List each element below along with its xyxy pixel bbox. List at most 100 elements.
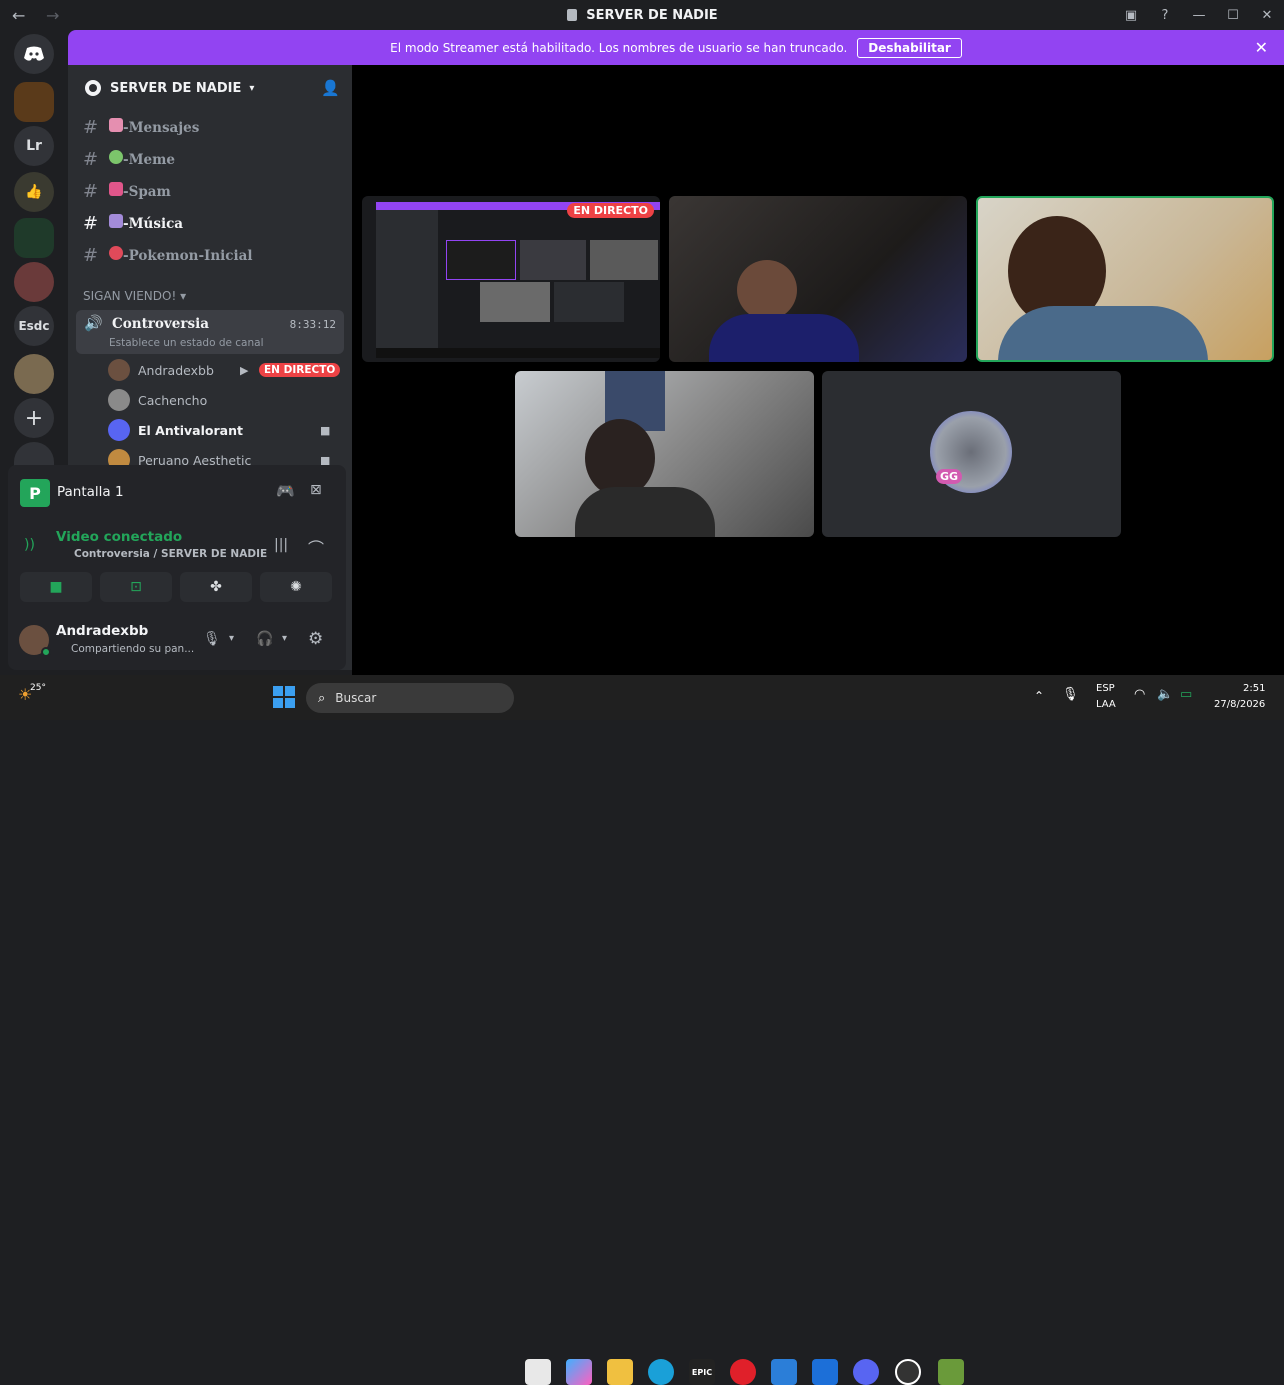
noise-suppression-icon[interactable]: ||| bbox=[274, 537, 288, 553]
server-header[interactable]: SERVER DE NADIE ▾ 👤 bbox=[68, 65, 352, 111]
channel-mensajes[interactable]: # -Mensajes bbox=[83, 112, 199, 142]
server-chocolate-icon[interactable] bbox=[14, 82, 54, 122]
activities-icon: ✤ bbox=[210, 579, 222, 595]
stream-name: Pantalla 1 bbox=[57, 484, 124, 500]
discord-icon[interactable] bbox=[853, 1359, 879, 1385]
preview-tile bbox=[480, 282, 550, 322]
pokeball-icon bbox=[109, 246, 123, 260]
volume-icon[interactable]: 🔈 bbox=[1157, 687, 1173, 702]
server-name: SERVER DE NADIE bbox=[110, 80, 242, 96]
chevron-down-icon[interactable]: ▾ bbox=[282, 633, 287, 644]
disconnect-icon[interactable]: ⌒ bbox=[308, 535, 324, 559]
language-primary[interactable]: ESP bbox=[1096, 683, 1115, 694]
chevron-down-icon: ▾ bbox=[249, 82, 255, 94]
server-emoji-icon[interactable]: 👍 bbox=[14, 172, 54, 212]
participant-figure bbox=[737, 260, 797, 320]
participant-figure bbox=[998, 306, 1208, 360]
video-location[interactable]: Controversia / SERVER DE NADIE bbox=[74, 548, 267, 560]
search-icon: ⌕ bbox=[318, 690, 326, 706]
user-panel: P Pantalla 1 🎮 ⊠ )) Video conectado Cont… bbox=[8, 465, 346, 670]
headphones-icon[interactable]: 🎧 bbox=[256, 631, 273, 647]
microphone-icon[interactable]: 🎙 bbox=[1062, 687, 1079, 702]
microphone-icon[interactable]: 🎙 bbox=[203, 631, 221, 647]
battery-icon[interactable]: ▭ bbox=[1180, 687, 1192, 702]
help-icon[interactable]: ? bbox=[1148, 8, 1182, 23]
chevron-down-icon[interactable]: ▾ bbox=[229, 633, 234, 644]
channel-meme[interactable]: # -Meme bbox=[83, 144, 175, 174]
obs-icon[interactable] bbox=[895, 1359, 921, 1385]
edge-icon[interactable] bbox=[648, 1359, 674, 1385]
chevron-up-icon[interactable]: ⌃ bbox=[1034, 689, 1044, 703]
window-title: SERVER DE NADIE bbox=[0, 0, 1284, 30]
disable-button[interactable]: Deshabilitar bbox=[857, 37, 962, 58]
title-bar: ← → SERVER DE NADIE ▣ ? — ☐ ✕ bbox=[0, 0, 1284, 30]
server-esdc[interactable]: Esdc bbox=[14, 306, 54, 346]
server-nadie-icon[interactable] bbox=[14, 218, 54, 258]
wifi-icon[interactable]: ◠ bbox=[1134, 687, 1145, 702]
camera-button[interactable]: ■ bbox=[20, 572, 92, 602]
signal-icon: )) bbox=[24, 537, 35, 553]
start-tile bbox=[273, 698, 283, 708]
server-avatar-icon[interactable] bbox=[14, 262, 54, 302]
start-button[interactable] bbox=[273, 686, 295, 708]
participant-figure bbox=[575, 487, 715, 537]
channel-spam[interactable]: # -Spam bbox=[83, 176, 171, 206]
soundboard-icon: ✺ bbox=[290, 579, 302, 595]
preview-tile bbox=[590, 240, 658, 280]
soundboard-button[interactable]: ✺ bbox=[260, 572, 332, 602]
close-banner-icon[interactable]: ✕ bbox=[1255, 38, 1268, 57]
channel-status[interactable]: Establece un estado de canal bbox=[109, 337, 264, 349]
app-icon[interactable] bbox=[812, 1359, 838, 1385]
stream-preview-icon[interactable]: P bbox=[20, 479, 50, 507]
voice-user[interactable]: Cachencho bbox=[108, 387, 207, 413]
hash-icon: # bbox=[83, 244, 99, 266]
avatar bbox=[108, 389, 130, 411]
close-window-icon[interactable]: ✕ bbox=[1250, 8, 1284, 23]
inbox-icon[interactable]: ▣ bbox=[1114, 8, 1148, 23]
discord-home-icon[interactable] bbox=[14, 34, 54, 74]
minecraft-icon[interactable] bbox=[938, 1359, 964, 1385]
start-tile bbox=[285, 686, 295, 696]
clock-time[interactable]: 2:51 bbox=[1243, 683, 1265, 694]
preview-tile bbox=[446, 240, 516, 280]
screen-share-tile[interactable]: EN DIRECTO bbox=[362, 196, 660, 362]
window-title-text: SERVER DE NADIE bbox=[586, 7, 718, 23]
screen-share-button[interactable]: ⊡ bbox=[100, 572, 172, 602]
video-status: Video conectado bbox=[56, 529, 183, 545]
avatar[interactable] bbox=[19, 625, 51, 657]
file-explorer-icon[interactable] bbox=[607, 1359, 633, 1385]
maximize-icon[interactable]: ☐ bbox=[1216, 8, 1250, 23]
voice-user[interactable]: El Antivalorant ■ bbox=[108, 417, 330, 443]
participant-video-tile[interactable] bbox=[669, 196, 967, 362]
invite-icon[interactable]: 👤 bbox=[321, 79, 340, 97]
copilot-icon[interactable] bbox=[566, 1359, 592, 1385]
screen-share-icon: ⊡ bbox=[130, 579, 142, 595]
clock-date[interactable]: 27/8/2026 bbox=[1214, 699, 1265, 710]
discover-icon[interactable] bbox=[14, 442, 54, 466]
add-server-icon[interactable]: + bbox=[14, 398, 54, 438]
server-icon bbox=[567, 9, 578, 21]
participant-video-tile[interactable] bbox=[515, 371, 814, 537]
activities-button[interactable]: ✤ bbox=[180, 572, 252, 602]
category-header[interactable]: SIGAN VIENDO! ▾ bbox=[83, 289, 186, 303]
task-view-icon[interactable] bbox=[525, 1359, 551, 1385]
gamepad-icon[interactable]: 🎮 bbox=[276, 482, 295, 500]
preview-tile bbox=[554, 282, 624, 322]
voice-channel-controversia[interactable]: 🔊 Controversia 8:33:12 Establece un esta… bbox=[76, 310, 344, 354]
participant-video-tile-speaking[interactable] bbox=[976, 196, 1274, 362]
server-bird-icon[interactable] bbox=[14, 354, 54, 394]
language-secondary[interactable]: LAA bbox=[1096, 699, 1116, 710]
voice-user[interactable]: Andradexbb ▶ EN DIRECTO bbox=[108, 357, 341, 383]
gear-icon[interactable]: ⚙ bbox=[308, 629, 323, 649]
minimize-icon[interactable]: — bbox=[1182, 8, 1216, 23]
store-icon[interactable] bbox=[771, 1359, 797, 1385]
server-lr[interactable]: Lr bbox=[14, 126, 54, 166]
stop-stream-icon[interactable]: ⊠ bbox=[310, 482, 322, 498]
channel-musica[interactable]: # -Música bbox=[83, 208, 183, 238]
epic-games-icon[interactable]: EPIC bbox=[689, 1359, 715, 1385]
username: Andradexbb bbox=[56, 623, 149, 639]
search-box[interactable]: ⌕ Buscar bbox=[306, 683, 514, 713]
opera-icon[interactable] bbox=[730, 1359, 756, 1385]
channel-pokemon-inicial[interactable]: # -Pokemon-Inicial bbox=[83, 240, 253, 270]
participant-avatar-tile[interactable]: GG bbox=[822, 371, 1121, 537]
